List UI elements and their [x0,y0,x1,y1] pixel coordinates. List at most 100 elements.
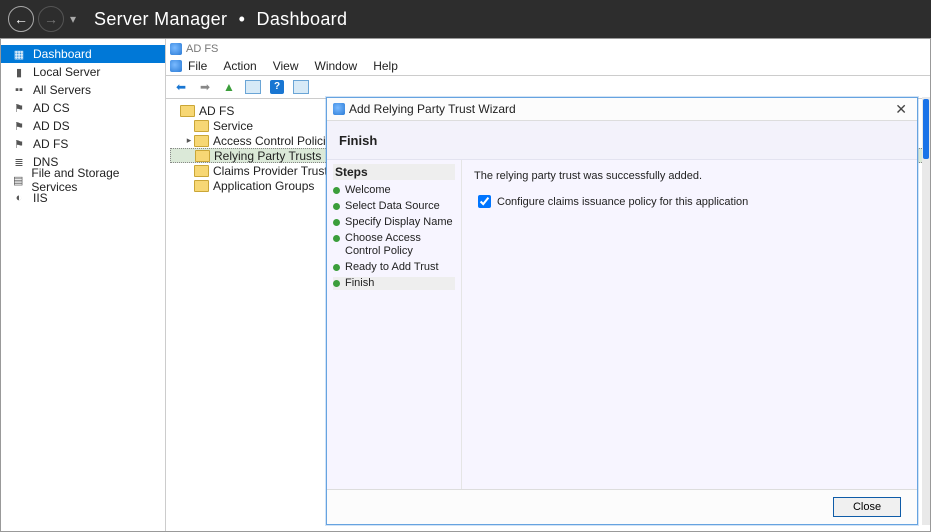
wizard-main-panel: The relying party trust was successfully… [462,160,917,489]
vertical-scrollbar[interactable] [922,97,930,525]
caret-right-icon: ▸ [184,135,194,146]
left-navigation: ▦ Dashboard ▮ Local Server ▪▪ All Server… [1,39,166,531]
folder-icon [194,165,209,177]
nav-dropdown-caret[interactable]: ▾ [70,12,76,26]
menu-window[interactable]: Window [315,59,358,73]
step-label: Welcome [345,184,391,197]
add-relying-party-trust-wizard: Add Relying Party Trust Wizard ✕ Finish … [326,97,918,525]
nav-item-dashboard[interactable]: ▦ Dashboard [1,45,165,63]
step-choose-access-control-policy[interactable]: Choose Access Control Policy [333,232,455,258]
step-ready-to-add-trust[interactable]: Ready to Add Trust [333,261,455,274]
step-label: Specify Display Name [345,216,453,229]
role-icon: ⚑ [11,138,27,151]
chevron-right-icon: • [239,9,246,29]
wizard-titlebar[interactable]: Add Relying Party Trust Wizard ✕ [327,98,917,121]
step-finish[interactable]: Finish [333,277,455,290]
tree-label: AD FS [199,104,234,118]
step-dot-icon [333,280,340,287]
wizard-icon [333,103,345,115]
menu-file[interactable]: File [188,59,207,73]
nav-item-label: File and Storage Services [31,166,155,194]
nav-item-label: AD FS [33,137,68,151]
wizard-close-button[interactable]: Close [833,497,901,517]
nav-item-label: AD CS [33,101,70,115]
folder-icon [194,180,209,192]
content-area: AD FS File Action View Window Help ⬅ ➡ ▲… [166,39,930,531]
toolbar-back-button[interactable]: ⬅ [170,77,192,97]
step-dot-icon [333,235,340,242]
nav-item-all-servers[interactable]: ▪▪ All Servers [1,81,165,99]
wizard-heading: Finish [327,121,917,160]
iis-icon: ◐ [11,192,27,204]
close-button[interactable]: ✕ [891,101,911,118]
nav-forward-button[interactable]: → [38,6,64,32]
tree-label: Relying Party Trusts [214,149,321,163]
step-label: Finish [345,277,374,290]
wizard-title-text: Add Relying Party Trust Wizard [349,102,516,116]
mmc-title-text: AD FS [186,43,218,55]
step-dot-icon [333,203,340,210]
nav-item-ad-cs[interactable]: ⚑ AD CS [1,99,165,117]
checkbox-label: Configure claims issuance policy for thi… [497,196,748,208]
steps-title: Steps [333,164,455,180]
step-label: Choose Access Control Policy [345,232,455,258]
tree-label: Claims Provider Trusts [213,164,334,178]
nav-item-label: AD DS [33,119,70,133]
help-icon: ? [270,80,284,94]
wizard-steps-panel: Steps Welcome Select Data Source Specify… [327,160,462,489]
step-specify-display-name[interactable]: Specify Display Name [333,216,455,229]
role-icon: ⚑ [11,120,27,133]
step-dot-icon [333,187,340,194]
toolbar-forward-button[interactable]: ➡ [194,77,216,97]
panel-icon [245,80,261,94]
mmc-window-title: AD FS [166,39,930,57]
mmc-toolbar: ⬅ ➡ ▲ ? [166,76,930,99]
step-select-data-source[interactable]: Select Data Source [333,200,455,213]
toolbar-panel-button[interactable] [242,77,264,97]
nav-back-button[interactable]: ← [8,6,34,32]
nav-item-file-storage[interactable]: ▤ File and Storage Services [1,171,165,189]
nav-item-ad-ds[interactable]: ⚑ AD DS [1,117,165,135]
folder-icon [194,120,209,132]
wizard-success-message: The relying party trust was successfully… [474,170,905,182]
folder-icon [180,105,195,117]
breadcrumb-root: Server Manager [94,9,227,29]
panel-icon [293,80,309,94]
step-dot-icon [333,264,340,271]
wizard-footer: Close [327,489,917,524]
wizard-heading-text: Finish [339,133,377,148]
nav-item-label: Dashboard [33,47,92,61]
breadcrumb-current: Dashboard [257,9,348,29]
menu-action[interactable]: Action [223,59,256,73]
configure-claims-checkbox[interactable] [478,195,491,208]
step-label: Select Data Source [345,200,440,213]
toolbar-up-button[interactable]: ▲ [218,77,240,97]
step-dot-icon [333,219,340,226]
nav-item-label: Local Server [33,65,100,79]
toolbar-panel2-button[interactable] [290,77,312,97]
dns-icon: ≣ [11,156,27,169]
toolbar-help-button[interactable]: ? [266,77,288,97]
tree-label: Application Groups [213,179,314,193]
folder-icon [194,135,209,147]
menu-view[interactable]: View [273,59,299,73]
scrollbar-thumb[interactable] [923,99,929,159]
snapin-icon [170,43,182,55]
nav-item-label: All Servers [33,83,91,97]
folder-icon [195,150,210,162]
breadcrumb: Server Manager • Dashboard [94,9,347,30]
nav-item-local-server[interactable]: ▮ Local Server [1,63,165,81]
arrow-right-icon: → [44,11,58,27]
configure-claims-checkbox-row[interactable]: Configure claims issuance policy for thi… [474,192,905,211]
mmc-menu-bar: File Action View Window Help [166,57,930,76]
arrow-left-icon: ← [14,11,28,27]
step-label: Ready to Add Trust [345,261,439,274]
server-icon: ▮ [11,66,27,79]
storage-icon: ▤ [11,174,25,187]
nav-item-ad-fs[interactable]: ⚑ AD FS [1,135,165,153]
nav-item-label: IIS [33,191,48,205]
step-welcome[interactable]: Welcome [333,184,455,197]
menu-help[interactable]: Help [373,59,398,73]
snapin-icon [170,60,182,72]
servers-icon: ▪▪ [11,84,27,96]
